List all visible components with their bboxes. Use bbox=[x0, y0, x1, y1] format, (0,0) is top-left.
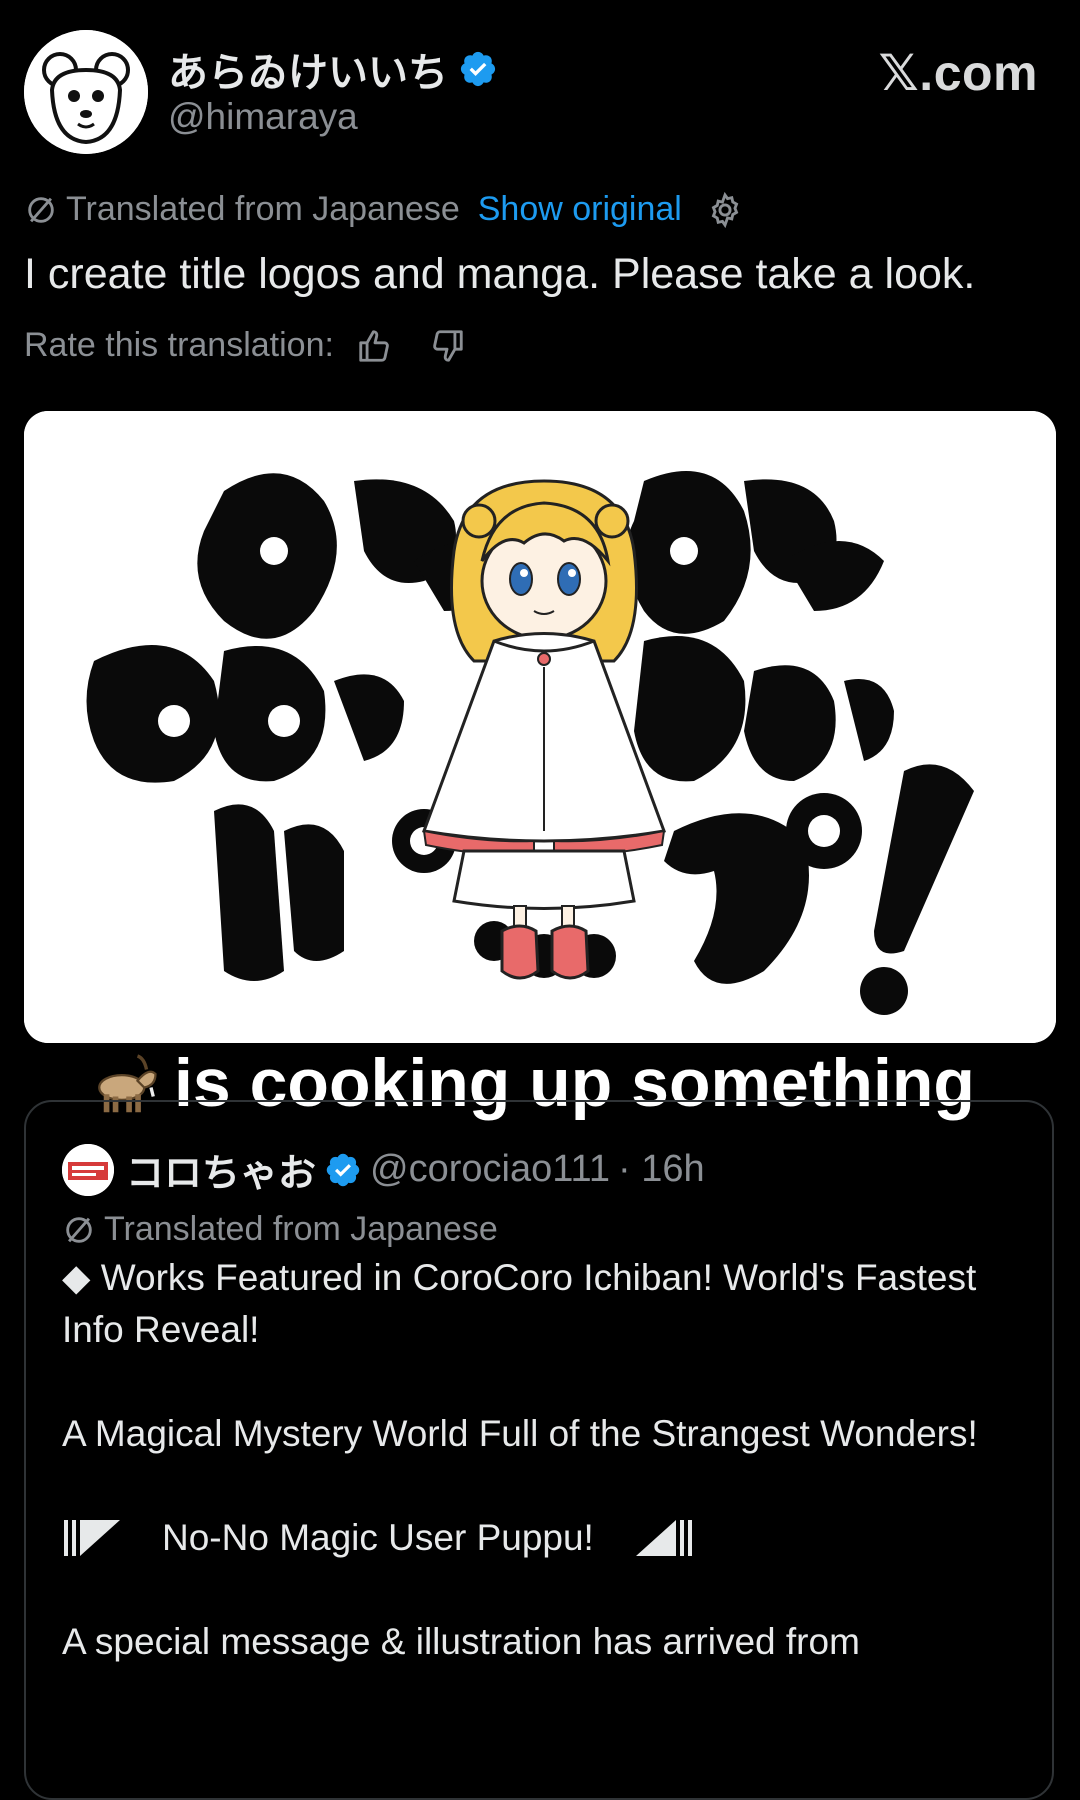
quote-translation-info: Translated from Japanese bbox=[62, 1210, 498, 1249]
show-original-link[interactable]: Show original bbox=[478, 190, 682, 229]
quote-avatar[interactable] bbox=[62, 1143, 114, 1196]
quote-timestamp: · 16h bbox=[617, 1148, 705, 1190]
quote-paragraph-4: A special message & illustration has arr… bbox=[62, 1621, 860, 1662]
rate-translation: Rate this translation: bbox=[24, 326, 466, 365]
translated-text: I create title logos and manga. Please t… bbox=[24, 250, 976, 298]
bracket-right-icon bbox=[635, 1520, 692, 1556]
rate-label: Rate this translation: bbox=[24, 326, 334, 364]
quote-author-handle[interactable]: @corociao111 bbox=[370, 1148, 610, 1191]
quote-body: ◆ Works Featured in CoroCoro Ichiban! Wo… bbox=[62, 1252, 1002, 1720]
verified-icon bbox=[460, 51, 496, 87]
quote-paragraph-1: ◆ Works Featured in CoroCoro Ichiban! Wo… bbox=[62, 1257, 977, 1350]
translation-info: Translated from Japanese Show original bbox=[24, 190, 744, 229]
quoted-post[interactable]: コロちゃお @corociao111 · 16h Translated from… bbox=[24, 1100, 1054, 1800]
x-com-logo: 𝕏.com bbox=[878, 45, 1038, 101]
quote-translated-label: Translated from Japanese bbox=[104, 1210, 498, 1248]
display-name-text: あらゐけいいち bbox=[168, 50, 448, 96]
translate-icon bbox=[66, 1216, 92, 1243]
quote-author-name[interactable]: コロちゃお bbox=[126, 1142, 316, 1197]
display-name[interactable]: あらゐけいいち bbox=[168, 40, 498, 98]
quote-header: コロちゃお @corociao111 · 16h bbox=[62, 1142, 705, 1197]
bracket-left-icon bbox=[64, 1520, 120, 1556]
quote-series-title-line: No-No Magic User Puppu! bbox=[62, 1512, 1002, 1564]
media-image[interactable] bbox=[24, 411, 1056, 1043]
quote-series-title: No-No Magic User Puppu! bbox=[162, 1517, 594, 1558]
verified-icon bbox=[326, 1153, 360, 1186]
profile-handle[interactable]: @himaraya bbox=[168, 96, 358, 138]
gear-icon[interactable] bbox=[706, 191, 744, 229]
translated-label: Translated from Japanese bbox=[66, 190, 460, 228]
translate-icon bbox=[28, 196, 54, 223]
thumb-up-icon[interactable] bbox=[356, 327, 394, 365]
thumb-down-icon[interactable] bbox=[428, 327, 466, 365]
profile-avatar[interactable] bbox=[24, 30, 148, 154]
quote-paragraph-2: A Magical Mystery World Full of the Stra… bbox=[62, 1413, 978, 1454]
